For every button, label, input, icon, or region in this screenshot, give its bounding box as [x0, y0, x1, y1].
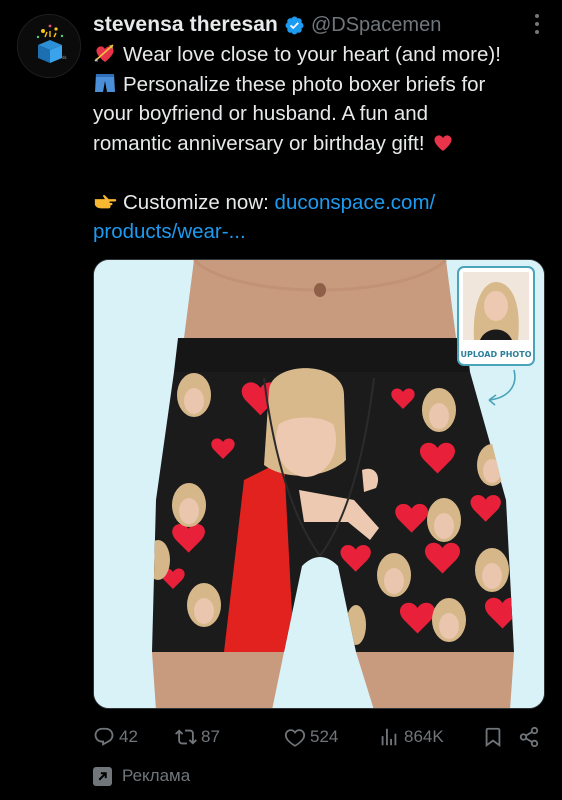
reply-icon — [94, 727, 114, 746]
like-icon — [284, 729, 306, 747]
post-line-4: romantic anniversary or birthday gift! — [93, 129, 545, 159]
like-button[interactable]: 524 — [284, 726, 374, 748]
promoted-label[interactable]: Реклама — [93, 766, 190, 786]
post-text: Wear love close to your heart (and more)… — [93, 40, 545, 247]
like-count: 524 — [310, 727, 339, 746]
verified-badge-icon[interactable] — [284, 15, 305, 36]
post-header: stevensa theresan @DSpacemen — [93, 10, 545, 40]
heart-arrow-emoji-icon — [94, 44, 114, 62]
post-media-image[interactable]: UPLOAD PHOTO — [93, 259, 545, 709]
share-button[interactable] — [518, 726, 542, 748]
repost-icon — [175, 729, 197, 745]
shorts-emoji-icon — [95, 73, 115, 92]
author-handle[interactable]: @DSpacemen — [311, 14, 441, 37]
post-cta-line: Customize now: duconspace.com/ — [93, 188, 545, 218]
pointing-hand-emoji-icon — [94, 194, 117, 208]
post-line-2: Personalize these photo boxer briefs for — [93, 70, 545, 100]
repost-button[interactable]: 87 — [175, 726, 284, 748]
reply-button[interactable]: 42 — [93, 726, 175, 748]
share-icon — [519, 726, 539, 748]
post-link[interactable]: duconspace.com/ — [275, 191, 436, 214]
avatar-logo-icon: ds — [18, 15, 80, 77]
promoted-text: Реклама — [122, 766, 191, 785]
views-button[interactable]: 864K — [378, 726, 482, 748]
post-link-continued[interactable]: products/wear-... — [93, 217, 545, 247]
svg-text:ds: ds — [62, 55, 67, 60]
repost-count: 87 — [201, 727, 220, 746]
author-name[interactable]: stevensa theresan — [93, 13, 278, 37]
upload-photo-card: UPLOAD PHOTO — [457, 266, 535, 366]
avatar[interactable]: ds — [17, 14, 81, 78]
views-count: 864K — [404, 727, 444, 746]
product-photo: UPLOAD PHOTO — [94, 260, 544, 708]
red-heart-emoji-icon — [434, 134, 452, 151]
reply-count: 42 — [119, 727, 138, 746]
upload-photo-label: UPLOAD PHOTO — [461, 350, 532, 359]
post-actions: 42 87 524 864K — [93, 722, 545, 752]
post-line-3: your boyfriend or husband. A fun and — [93, 102, 429, 125]
bookmark-button[interactable] — [482, 726, 518, 748]
promoted-icon — [93, 766, 112, 786]
views-icon — [381, 728, 397, 746]
post-line-1: Wear love close to your heart (and more)… — [93, 40, 545, 70]
bookmark-icon — [485, 727, 501, 748]
